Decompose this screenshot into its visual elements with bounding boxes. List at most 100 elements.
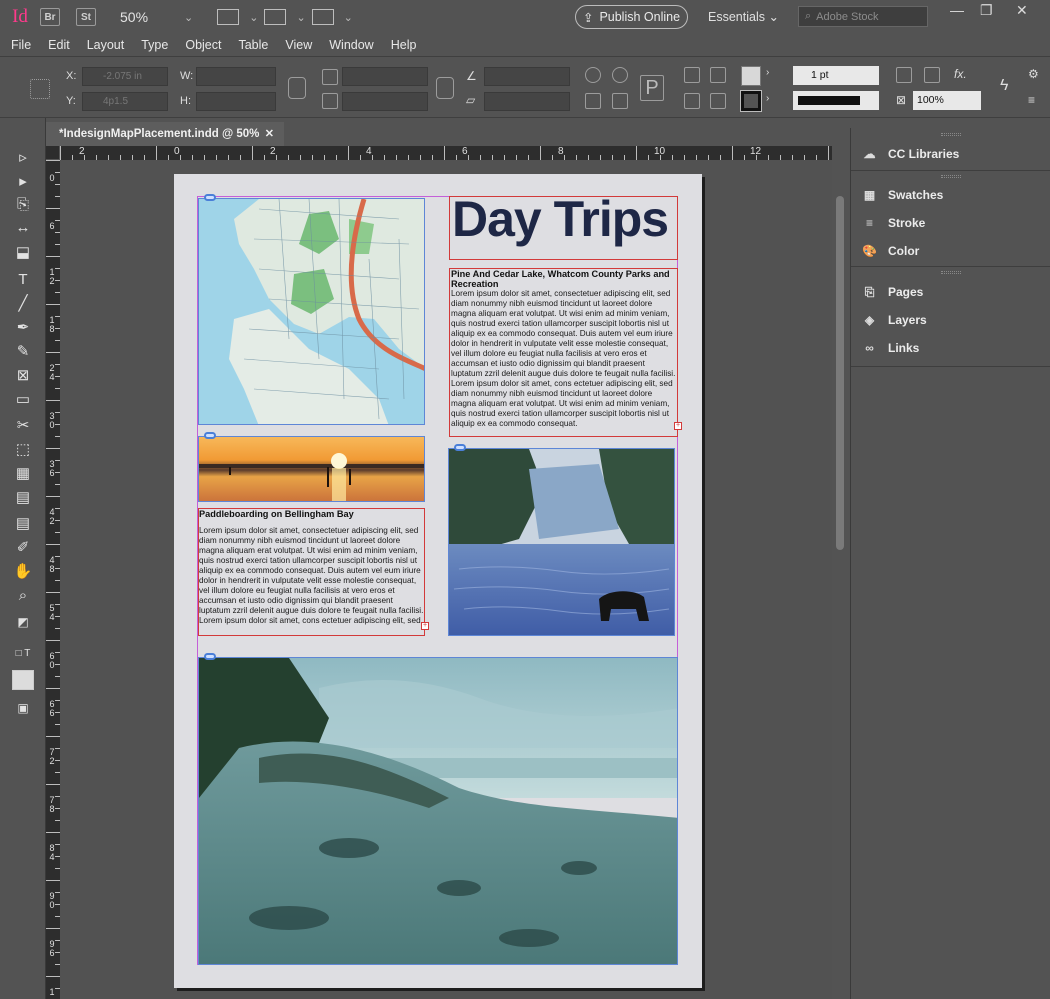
fx-icon[interactable]: fx. [954,67,970,83]
content-collector-icon[interactable]: ⬓ [12,243,34,263]
map-image-frame[interactable] [198,198,425,425]
overset-text-icon[interactable]: + [674,422,682,430]
lake-image-frame[interactable] [448,448,675,636]
constrain-scale-icon[interactable] [436,77,454,99]
type-tool-icon[interactable]: T [12,270,34,290]
fill-swatch[interactable] [741,66,761,86]
pen-tool-icon[interactable]: ✒ [12,318,34,338]
panel-menu-icon[interactable]: ≡ [1028,93,1044,109]
gap-tool-icon[interactable]: ↔ [12,218,34,238]
menu-layout[interactable]: Layout [87,38,125,52]
scale-x-field[interactable] [342,67,428,86]
link-badge-icon[interactable] [204,653,216,660]
link-badge-icon[interactable] [454,444,466,451]
link-badge-icon[interactable] [204,432,216,439]
screen-mode-chevron-icon[interactable]: ⌄ [296,11,305,24]
pencil-tool-icon[interactable]: ✎ [12,342,34,362]
scale-y-field[interactable] [342,92,428,111]
menu-edit[interactable]: Edit [48,38,70,52]
menu-window[interactable]: Window [329,38,373,52]
gradient-swatch-tool-icon[interactable]: ▦ [12,464,34,484]
select-content-icon[interactable] [684,93,700,109]
shear-field[interactable] [484,92,570,111]
note-tool-icon[interactable]: ▤ [12,514,34,534]
apply-color-icon[interactable] [12,670,34,690]
adobe-stock-search[interactable]: ⌕ Adobe Stock [798,6,928,27]
panel-cc-libraries[interactable]: ☁ CC Libraries [861,144,960,164]
eyedropper-tool-icon[interactable]: ✐ [12,538,34,558]
stroke-menu-chevron-icon[interactable]: › [766,93,769,104]
free-transform-tool-icon[interactable]: ⬚ [12,440,34,460]
menu-table[interactable]: Table [238,38,268,52]
settings-gear-icon[interactable]: ⚙ [1028,67,1044,83]
direct-selection-tool-icon[interactable]: ▸ [12,172,34,192]
screen-mode-icon[interactable] [264,9,287,25]
menu-file[interactable]: File [11,38,31,52]
view-options-chevron-icon[interactable]: ⌄ [249,11,258,24]
page-title[interactable]: Day Trips [452,190,669,248]
opacity-field[interactable]: 100% [913,91,981,110]
bridge-button[interactable]: Br [40,8,60,26]
workspace-switcher[interactable]: Essentials ⌄ [708,9,779,24]
close-tab-icon[interactable]: ✕ [265,124,274,144]
line-tool-icon[interactable]: ╱ [12,294,34,314]
fill-stroke-icon[interactable]: ◩ [12,612,34,632]
menu-view[interactable]: View [285,38,312,52]
vertical-ruler[interactable]: 0 6 12 18 24 30 36 42 48 54 60 66 72 78 … [46,160,60,999]
panel-layers[interactable]: ◈ Layers [861,310,927,330]
selection-tool-icon[interactable]: ▹ [12,148,34,168]
zoom-chevron-icon[interactable]: ⌄ [184,11,193,24]
hand-tool-icon[interactable]: ✋ [12,562,34,582]
screen-mode-normal-icon[interactable]: ▣ [12,698,34,718]
arrange-documents-icon[interactable] [311,9,334,25]
drop-shadow-icon[interactable] [924,67,940,83]
publish-online-button[interactable]: ⇪ Publish Online [575,5,688,29]
gradient-feather-tool-icon[interactable]: ▤ [12,488,34,508]
stroke-swatch[interactable] [740,90,762,112]
restore-icon[interactable]: ❐ [980,2,993,19]
close-window-icon[interactable]: ✕ [1016,2,1028,19]
rectangle-tool-icon[interactable]: ▭ [12,390,34,410]
stock-app-button[interactable]: St [76,8,96,26]
constrain-proportions-icon[interactable] [288,77,306,99]
menu-type[interactable]: Type [141,38,168,52]
lightning-icon[interactable]: ϟ [1000,77,1016,94]
view-options-icon[interactable] [217,9,240,25]
rotation-field[interactable] [484,67,570,86]
select-container-icon[interactable] [684,67,700,83]
w-field[interactable] [196,67,276,86]
rotate-ccw-icon[interactable] [612,67,628,83]
beach-image-frame[interactable] [198,657,678,965]
link-badge-icon[interactable] [204,194,216,201]
menu-help[interactable]: Help [391,38,417,52]
sunset-image-frame[interactable] [198,436,425,502]
menu-object[interactable]: Object [185,38,221,52]
formatting-affects-icon[interactable]: □ T [12,644,34,664]
pasteboard[interactable]: Day Trips Pine And Cedar Lake, Whatcom C… [60,160,832,999]
panel-grip[interactable] [941,175,961,178]
stroke-type-select[interactable] [793,91,879,110]
overset-text-icon[interactable]: + [421,622,429,630]
fill-menu-chevron-icon[interactable]: › [766,67,769,78]
y-field[interactable]: 4p1.5 [82,92,168,111]
ruler-origin[interactable] [46,146,60,160]
select-next-object-icon[interactable] [710,67,726,83]
document-page[interactable]: Day Trips Pine And Cedar Lake, Whatcom C… [174,174,702,988]
zoom-level[interactable]: 50% [120,9,178,25]
page-tool-icon[interactable]: ⎘ [12,195,34,215]
flip-horizontal-icon[interactable] [585,93,601,109]
stroke-weight-field[interactable]: 1 pt [793,66,879,85]
document-tab[interactable]: *IndesignMapPlacement.indd @ 50% ✕ [46,122,284,146]
reference-point-icon[interactable] [30,79,50,99]
rotate-cw-icon[interactable] [585,67,601,83]
rectangle-frame-tool-icon[interactable]: ⊠ [12,366,34,386]
x-field[interactable]: -2.075 in [82,67,168,86]
panel-links[interactable]: ∞ Links [861,338,919,358]
panel-grip[interactable] [941,133,961,136]
article2-text-frame[interactable]: Paddleboarding on Bellingham Bay Lorem i… [198,508,425,636]
horizontal-ruler[interactable]: 2 0 2 4 6 8 10 12 [60,146,832,160]
minimize-icon[interactable]: — [950,2,964,18]
panel-stroke[interactable]: ≡ Stroke [861,213,925,233]
panel-color[interactable]: 🎨 Color [861,241,919,261]
frame-fitting-icon[interactable] [896,67,912,83]
